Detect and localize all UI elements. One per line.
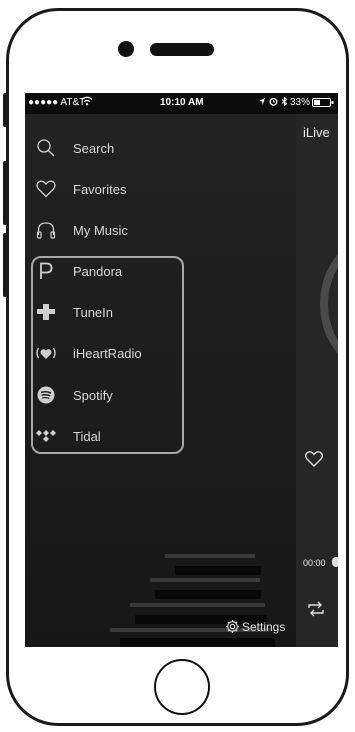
headphones-icon — [35, 219, 57, 241]
menu-item-label: Favorites — [73, 182, 127, 197]
menu-item-spotify[interactable]: Spotify — [35, 380, 185, 410]
iheartradio-icon — [35, 342, 57, 364]
menu-item-label: Spotify — [73, 388, 113, 403]
search-icon — [35, 137, 57, 159]
menu-item-pandora[interactable]: Pandora — [35, 256, 185, 286]
volume-down-button — [3, 233, 9, 297]
menu-item-label: TuneIn — [73, 305, 113, 320]
settings-label: Settings — [242, 620, 286, 634]
menu-item-tunein[interactable]: TuneIn — [35, 297, 185, 327]
menu-item-tidal[interactable]: Tidal — [35, 421, 185, 451]
tidal-icon — [35, 425, 57, 447]
album-art-disc — [320, 234, 338, 374]
mute-switch — [3, 93, 9, 127]
menu-item-label: My Music — [73, 223, 128, 238]
location-icon — [258, 97, 266, 109]
wifi-icon — [81, 96, 93, 109]
repeat-icon[interactable] — [307, 601, 325, 622]
menu-item-iheartradio[interactable]: iHeartRadio — [35, 338, 185, 368]
menu-item-label: iHeartRadio — [73, 346, 142, 361]
home-button[interactable] — [154, 659, 210, 715]
favorite-heart-icon[interactable] — [304, 451, 324, 472]
menu-item-my-music[interactable]: My Music — [35, 215, 185, 245]
elapsed-time: 00:00 — [303, 558, 326, 568]
spotify-icon — [35, 384, 57, 406]
progress-handle[interactable] — [332, 557, 338, 567]
bluetooth-icon — [281, 96, 288, 109]
pandora-icon — [35, 260, 57, 282]
menu-item-label: Tidal — [73, 429, 101, 444]
heart-icon — [35, 178, 57, 200]
menu-item-favorites[interactable]: Favorites — [35, 174, 185, 204]
gear-icon — [225, 619, 240, 639]
front-camera — [118, 41, 134, 57]
volume-up-button — [3, 161, 9, 225]
menu-item-search[interactable]: Search — [35, 133, 185, 163]
tunein-icon — [35, 301, 57, 323]
menu-item-label: Search — [73, 141, 115, 156]
earpiece-speaker — [150, 43, 214, 56]
status-bar: ●●●●● AT&T 10:10 AM 33% — [25, 93, 338, 114]
alarm-icon — [269, 97, 278, 109]
menu-item-label: Pandora — [73, 264, 123, 279]
battery-icon — [312, 98, 334, 110]
now-playing-panel: iLive 00:00 — [296, 114, 338, 647]
track-title: iLive — [303, 125, 330, 140]
status-time: 10:10 AM — [160, 97, 204, 108]
screen: ●●●●● AT&T 10:10 AM 33% iLive 00:00 Sear… — [25, 93, 338, 647]
status-carrier: ●●●●● AT&T — [28, 97, 86, 108]
battery-percent: 33% — [290, 97, 311, 108]
